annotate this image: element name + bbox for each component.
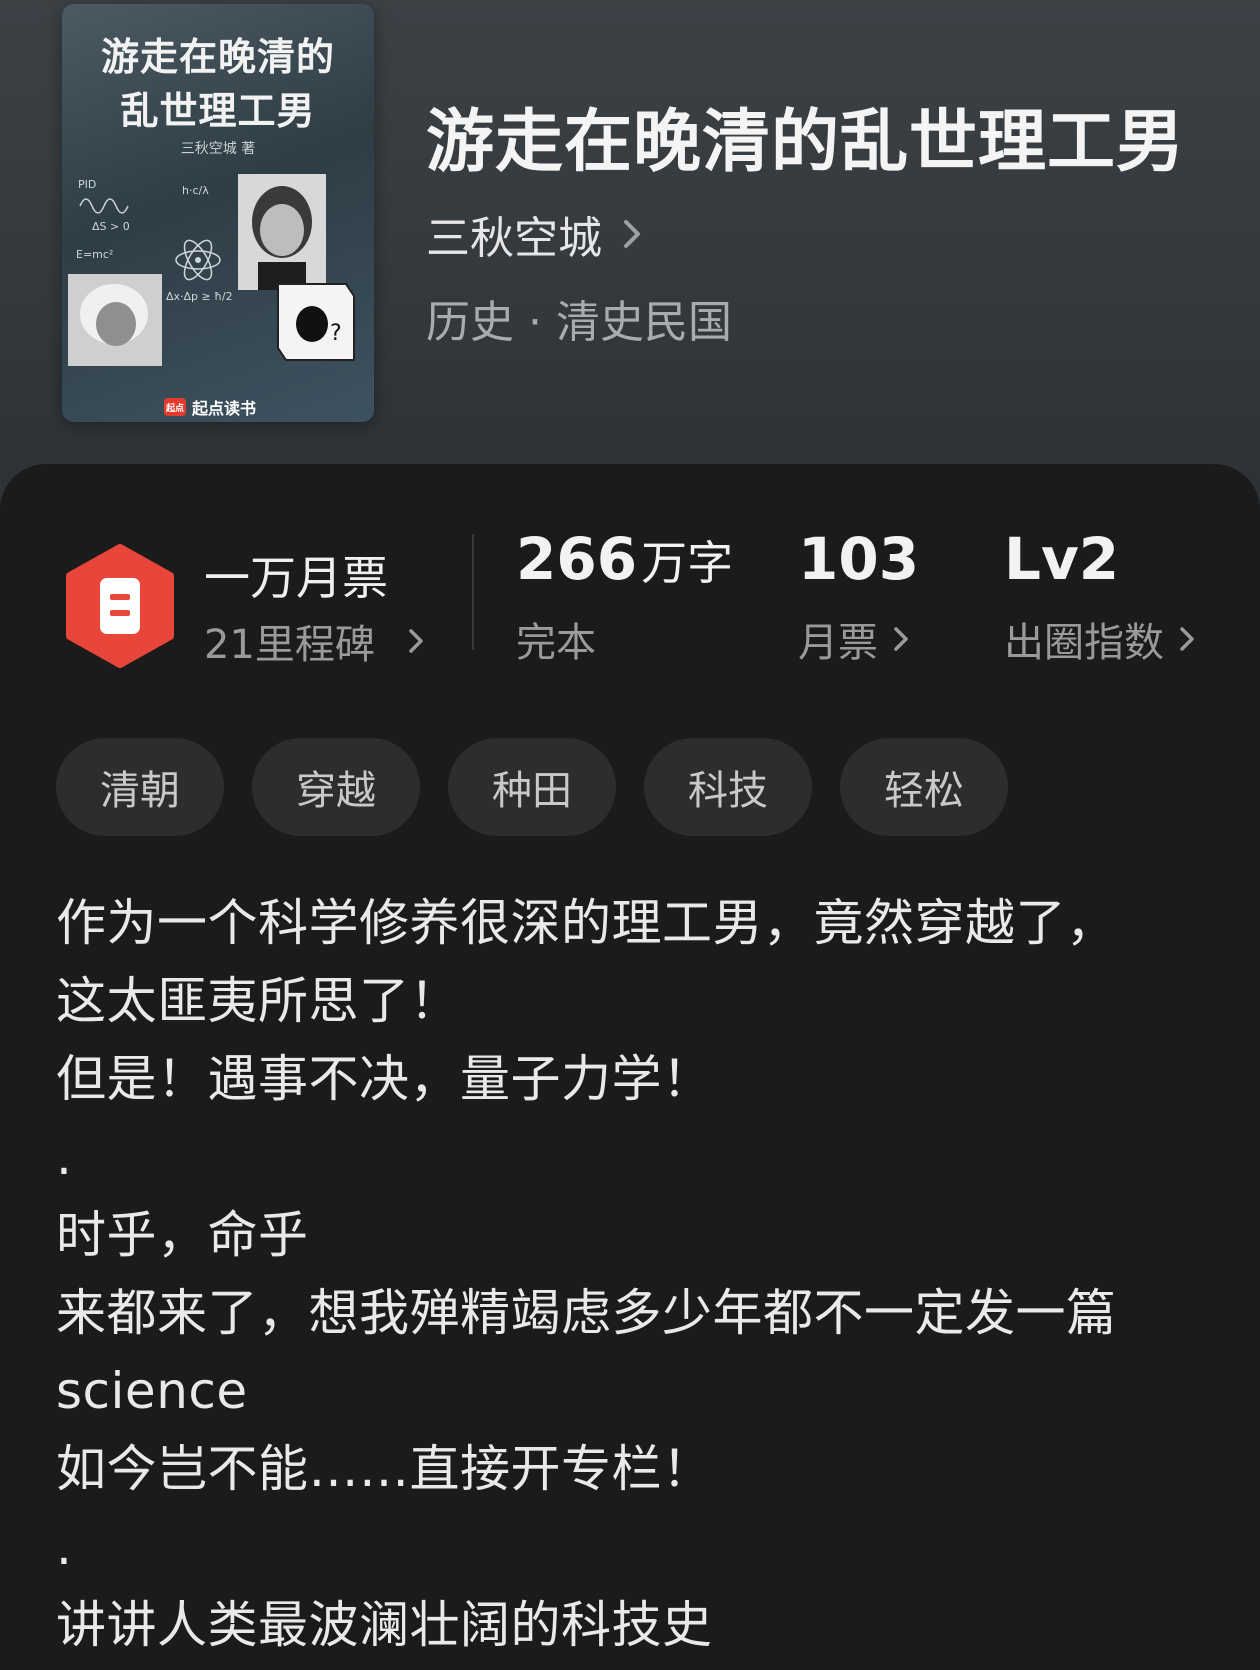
chevron-right-icon <box>409 629 423 653</box>
genre-label[interactable]: 历史 · 清史民国 <box>426 286 732 350</box>
svg-text:?: ? <box>330 321 342 346</box>
milestones-label: 21里程碑 <box>204 622 375 668</box>
synopsis-line: 时乎，命乎 <box>56 1206 309 1264</box>
popularity-stat[interactable]: Lv2 出圈指数 <box>1004 530 1198 668</box>
author-name: 三秋空城 <box>426 213 602 264</box>
cover-author: 三秋空城 著 <box>180 141 256 157</box>
milestones-link[interactable]: 21里程碑 <box>204 612 427 670</box>
cover-title: 游走在晚清的 乱世理工男 <box>100 35 335 133</box>
chevron-right-icon <box>624 220 640 248</box>
synopsis-line: 作为一个科学修养很深的理工男，竟然穿越了， <box>56 894 1117 952</box>
stats-row: 一万月票 21里程碑 266万字 完本 103 月票 Lv2 出圈指数 <box>0 464 1260 668</box>
tag-chip[interactable]: 穿越 <box>252 738 420 836</box>
monthly-ticket-title: 一万月票 <box>204 551 388 605</box>
synopsis-line: 讲讲人类最波澜壮阔的科技史 <box>56 1596 713 1654</box>
book-cover[interactable]: 游走在晚清的 乱世理工男 三秋空城 著 ? PID E=mc² h·c/λ Δx… <box>62 4 374 422</box>
formula-text: h·c/λ <box>182 184 209 197</box>
formula-text: Δx·Δp ≥ ħ/2 <box>166 290 233 303</box>
monthly-tickets-value: 103 <box>798 525 920 593</box>
word-count-stat: 266万字 完本 <box>516 530 733 668</box>
popularity-label: 出圈指数 <box>1004 620 1164 666</box>
synopsis-line: science <box>56 1362 248 1420</box>
book-synopsis[interactable]: 作为一个科学修养很深的理工男，竟然穿越了， 这太匪夷所思了！ 但是！遇事不决，量… <box>56 884 1216 1664</box>
synopsis-line: 但是！遇事不决，量子力学！ <box>56 1050 713 1108</box>
cover-illustration: ? PID E=mc² h·c/λ Δx·Δp ≥ ħ/2 ΔS > 0 <box>68 174 355 366</box>
qidian-logo-icon: 起点 <box>164 398 186 416</box>
monthly-tickets-stat[interactable]: 103 月票 <box>798 530 919 668</box>
tag-chip[interactable]: 科技 <box>644 738 812 836</box>
tag-list: 清朝 穿越 种田 科技 轻松 <box>56 738 1008 836</box>
word-count-value: 266 <box>516 525 638 593</box>
tag-chip[interactable]: 轻松 <box>840 738 1008 836</box>
ticket-hexagon-icon <box>66 544 174 668</box>
formula-text: PID <box>78 178 96 191</box>
synopsis-line: . <box>56 1518 73 1576</box>
popularity-level: Lv2 <box>1004 525 1120 593</box>
publisher-name: 起点读书 <box>192 399 257 418</box>
formula-text: ΔS > 0 <box>92 220 130 233</box>
synopsis-line: 如今岂不能……直接开专栏！ <box>56 1440 713 1498</box>
publisher-badge: 起点 起点读书 <box>164 396 256 418</box>
book-header: 游走在晚清的 乱世理工男 三秋空城 著 ? PID E=mc² h·c/λ Δx… <box>0 0 1260 520</box>
author-link[interactable]: 三秋空城 <box>426 202 646 266</box>
tag-chip[interactable]: 清朝 <box>56 738 224 836</box>
completion-status: 完本 <box>516 620 596 666</box>
tag-chip[interactable]: 种田 <box>448 738 616 836</box>
synopsis-line: 来都来了，想我殚精竭虑多少年都不一定发一篇 <box>56 1284 1117 1342</box>
word-count-unit: 万字 <box>641 536 734 590</box>
synopsis-line: 这太匪夷所思了！ <box>56 972 460 1030</box>
formula-text: E=mc² <box>76 248 113 261</box>
stats-divider <box>472 534 474 650</box>
book-title: 游走在晚清的乱世理工男 <box>426 102 1186 182</box>
synopsis-line: . <box>56 1128 73 1186</box>
monthly-tickets-label: 月票 <box>798 620 878 666</box>
chevron-right-icon <box>894 627 908 651</box>
chevron-right-icon <box>1180 627 1194 651</box>
